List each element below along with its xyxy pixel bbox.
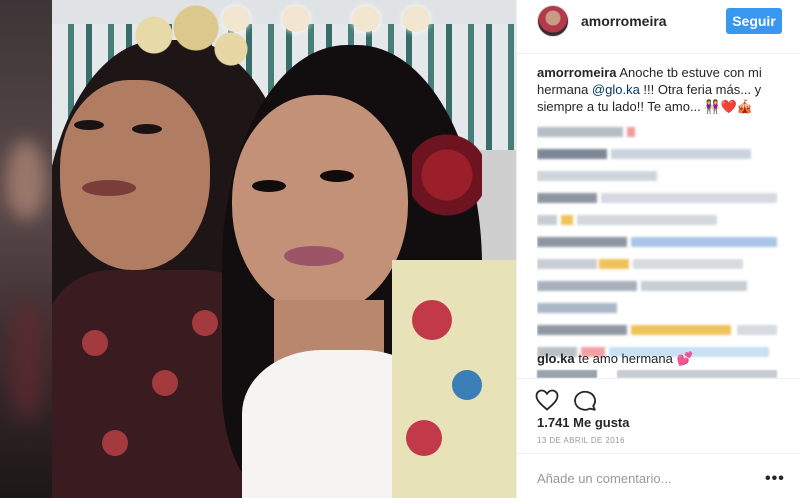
post-caption: amorromeira Anoche tb estuve con mi herm… [537,64,785,115]
blurred-comment [537,191,785,205]
reply-username[interactable]: glo.ka [537,351,575,366]
heart-icon[interactable] [535,389,559,411]
comment-input[interactable]: Añade un comentario... [537,471,671,486]
blurred-comment-cut [537,370,777,378]
blurred-comment [537,125,785,139]
hair-rose [412,130,482,220]
blurred-comment [537,323,785,337]
person-right-lips [284,246,344,266]
blurred-comment [537,147,785,161]
post-date: 13 DE ABRIL DE 2016 [537,436,625,445]
post-photo[interactable] [52,0,516,498]
comment-icon[interactable] [573,389,597,411]
add-comment-bar: Añade un comentario... ••• [517,453,800,498]
blurred-comment [537,257,785,271]
post-header: amorromeira Seguir [517,0,800,54]
caption-mention-link[interactable]: @glo.ka [592,82,640,97]
blurred-comment [537,301,785,315]
blurred-comment [537,213,785,227]
flower-crown [112,0,252,70]
embroidered-shawl [392,260,516,498]
comments-list: amorromeira Anoche tb estuve con mi herm… [537,64,785,378]
reply-text: te amo hermana 💕 [578,351,693,366]
likes-count[interactable]: 1.741 Me gusta [537,415,630,430]
reply-comment: glo.ka te amo hermana 💕 [537,350,693,367]
post-actions: 1.741 Me gusta 13 DE ABRIL DE 2016 Añade… [517,378,800,498]
blurred-comment [537,169,785,183]
person-left-lips [82,180,136,196]
blurred-comment [537,235,785,249]
username-link[interactable]: amorromeira [581,13,667,29]
caption-username[interactable]: amorromeira [537,65,616,80]
avatar[interactable] [537,5,569,37]
post-sidebar: amorromeira Seguir amorromeira Anoche tb… [516,0,800,498]
background-blur [0,0,52,498]
person-right-face [232,95,408,315]
blurred-comment [537,279,785,293]
person-left-face [60,80,210,270]
follow-button[interactable]: Seguir [726,8,782,34]
more-options-icon[interactable]: ••• [765,470,785,488]
